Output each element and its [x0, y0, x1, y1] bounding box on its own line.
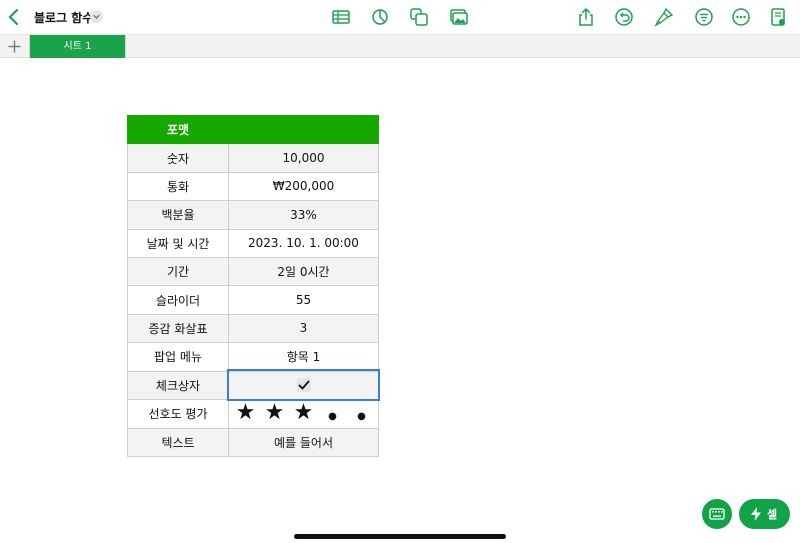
slider-cell[interactable]: 55	[228, 285, 379, 315]
table-row: 기간 2일 0시간	[127, 256, 379, 287]
plus-icon[interactable]	[7, 39, 22, 54]
checkmark-icon	[298, 381, 309, 390]
checkbox[interactable]	[296, 378, 311, 393]
table-row: 통화 ₩200,000	[127, 171, 379, 202]
table-header-row: 포맷	[127, 114, 379, 145]
document-setup-icon[interactable]	[768, 7, 788, 27]
document-title[interactable]: 블로그 함수	[34, 9, 93, 26]
row-label-cell[interactable]: 백분율	[127, 200, 229, 230]
format-brush-icon[interactable]	[654, 7, 674, 27]
keyboard-icon	[709, 508, 725, 520]
media-icon[interactable]	[449, 7, 469, 27]
table-row: 숫자 10,000	[127, 143, 379, 173]
duration-cell[interactable]: 2일 0시간	[228, 256, 379, 287]
row-label-cell[interactable]: 기간	[127, 256, 229, 287]
table-row: 날짜 및 시간 2023. 10. 1. 00:00	[127, 228, 379, 258]
lightning-icon	[751, 507, 761, 521]
row-label-cell[interactable]: 숫자	[127, 143, 229, 173]
percentage-cell[interactable]: 33%	[228, 200, 379, 230]
table-icon[interactable]	[331, 7, 351, 27]
checkbox-cell[interactable]	[228, 370, 379, 400]
table-row: 백분율 33%	[127, 200, 379, 230]
organize-icon[interactable]	[694, 7, 714, 27]
row-label-cell[interactable]: 증감 화살표	[127, 313, 229, 344]
header-cell-empty[interactable]	[228, 114, 379, 145]
cell-button[interactable]: 셀	[739, 499, 790, 529]
row-label-cell[interactable]: 팝업 메뉴	[127, 342, 229, 372]
tab-sheet-1[interactable]: 시트 1	[30, 35, 125, 58]
star-rating[interactable]: ★ ★ ★ ● ●	[231, 400, 376, 425]
format-table: 포맷 숫자 10,000 통화 ₩200,000 백분율 33% 날짜 및 시간…	[127, 114, 379, 458]
popup-menu-cell[interactable]: 항목 1	[228, 342, 379, 372]
star-empty-icon[interactable]: ●	[347, 406, 376, 428]
table-row: 슬라이더 55	[127, 285, 379, 315]
star-filled-icon[interactable]: ★	[260, 401, 289, 424]
back-chevron-icon[interactable]	[6, 7, 22, 27]
table-row: 팝업 메뉴 항목 1	[127, 342, 379, 372]
header-cell-format[interactable]: 포맷	[127, 114, 229, 145]
star-filled-icon[interactable]: ★	[289, 401, 318, 424]
star-empty-icon[interactable]: ●	[318, 406, 347, 428]
star-filled-icon[interactable]: ★	[231, 401, 260, 424]
shapes-icon[interactable]	[409, 7, 429, 27]
toolbar: 블로그 함수	[0, 0, 800, 34]
row-label-cell[interactable]: 통화	[127, 171, 229, 202]
row-label-cell[interactable]: 날짜 및 시간	[127, 228, 229, 258]
chevron-down-icon[interactable]	[90, 10, 103, 23]
currency-cell[interactable]: ₩200,000	[228, 171, 379, 202]
row-label-cell[interactable]: 슬라이더	[127, 285, 229, 315]
star-rating-cell[interactable]: ★ ★ ★ ● ●	[228, 398, 379, 429]
home-indicator	[294, 534, 506, 539]
row-label-cell[interactable]: 체크상자	[127, 370, 229, 400]
keyboard-button[interactable]	[702, 499, 732, 529]
datetime-cell[interactable]: 2023. 10. 1. 00:00	[228, 228, 379, 258]
table-row: 텍스트 예를 들어서	[127, 427, 379, 458]
table-row: 증감 화살표 3	[127, 313, 379, 344]
stepper-cell[interactable]: 3	[228, 313, 379, 344]
sheet-tab-bar: 시트 1	[0, 34, 800, 58]
undo-icon[interactable]	[614, 7, 634, 27]
more-icon[interactable]	[731, 7, 751, 27]
text-cell[interactable]: 예를 들어서	[228, 427, 379, 458]
tab-divider	[125, 35, 126, 58]
number-cell[interactable]: 10,000	[228, 143, 379, 173]
row-label-cell[interactable]: 선호도 평가	[127, 398, 229, 429]
table-row: 선호도 평가 ★ ★ ★ ● ●	[127, 398, 379, 429]
row-label-cell[interactable]: 텍스트	[127, 427, 229, 458]
cell-button-label: 셀	[767, 508, 778, 521]
share-icon[interactable]	[576, 7, 596, 27]
chart-icon[interactable]	[370, 7, 390, 27]
table-row: 체크상자	[127, 370, 379, 400]
